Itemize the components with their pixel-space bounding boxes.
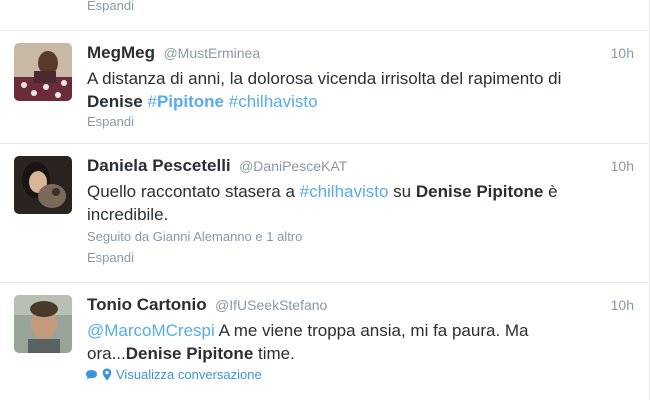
timestamp[interactable]: 10h — [611, 158, 634, 174]
hashtag-link[interactable]: #chilhavisto — [229, 92, 318, 111]
speech-bubble-icon — [86, 369, 97, 380]
tweet-item[interactable]: Daniela Pescetelli @DaniPesceKAT 10h Que… — [0, 144, 648, 283]
tweet-text: A distanza di anni, la dolorosa vicenda … — [87, 69, 562, 111]
hashtag-link[interactable]: #chilhavisto — [300, 182, 389, 201]
expand-link[interactable]: Espandi — [87, 250, 134, 265]
avatar[interactable] — [14, 156, 72, 214]
user-name[interactable]: Tonio Cartonio — [87, 295, 207, 314]
tweet-text: Quello raccontato stasera a #chilhavisto… — [87, 182, 558, 224]
user-handle[interactable]: @MustErminea — [163, 45, 260, 61]
tweet-item[interactable]: Tonio Cartonio @IfUSeekStefano 10h @Marc… — [0, 283, 648, 400]
keyword: Denise Pipitone — [125, 344, 254, 363]
user-handle[interactable]: @IfUSeekStefano — [215, 297, 327, 313]
timestamp[interactable]: 10h — [611, 297, 634, 313]
mention-link[interactable]: @MarcoMCrespi — [87, 321, 215, 340]
user-name[interactable]: Daniela Pescetelli — [87, 156, 231, 175]
timestamp[interactable]: 10h — [611, 45, 634, 61]
expand-link[interactable]: Espandi — [87, 114, 134, 129]
location-pin-icon — [102, 368, 112, 381]
keyword: Denise Pipitone — [415, 182, 544, 201]
expand-link[interactable]: Espandi — [87, 0, 134, 13]
followed-by-text[interactable]: Seguito da Gianni Alemanno e 1 altro — [87, 229, 302, 244]
view-conversation-label: Visualizza conversazione — [116, 367, 262, 382]
keyword: Denise — [87, 92, 143, 111]
tweet-text: @MarcoMCrespi A me viene troppa ansia, m… — [87, 321, 529, 363]
user-handle[interactable]: @DaniPesceKAT — [239, 158, 347, 174]
tweet-item[interactable]: MegMeg @MustErminea 10h A distanza di an… — [0, 31, 648, 144]
previous-tweet-stub: Espandi — [0, 0, 648, 31]
avatar[interactable] — [14, 43, 72, 101]
hashtag-link[interactable]: #Pipitone — [147, 92, 224, 111]
view-conversation-link[interactable]: Visualizza conversazione — [85, 367, 262, 382]
avatar[interactable] — [14, 295, 72, 353]
user-name[interactable]: MegMeg — [87, 43, 155, 62]
